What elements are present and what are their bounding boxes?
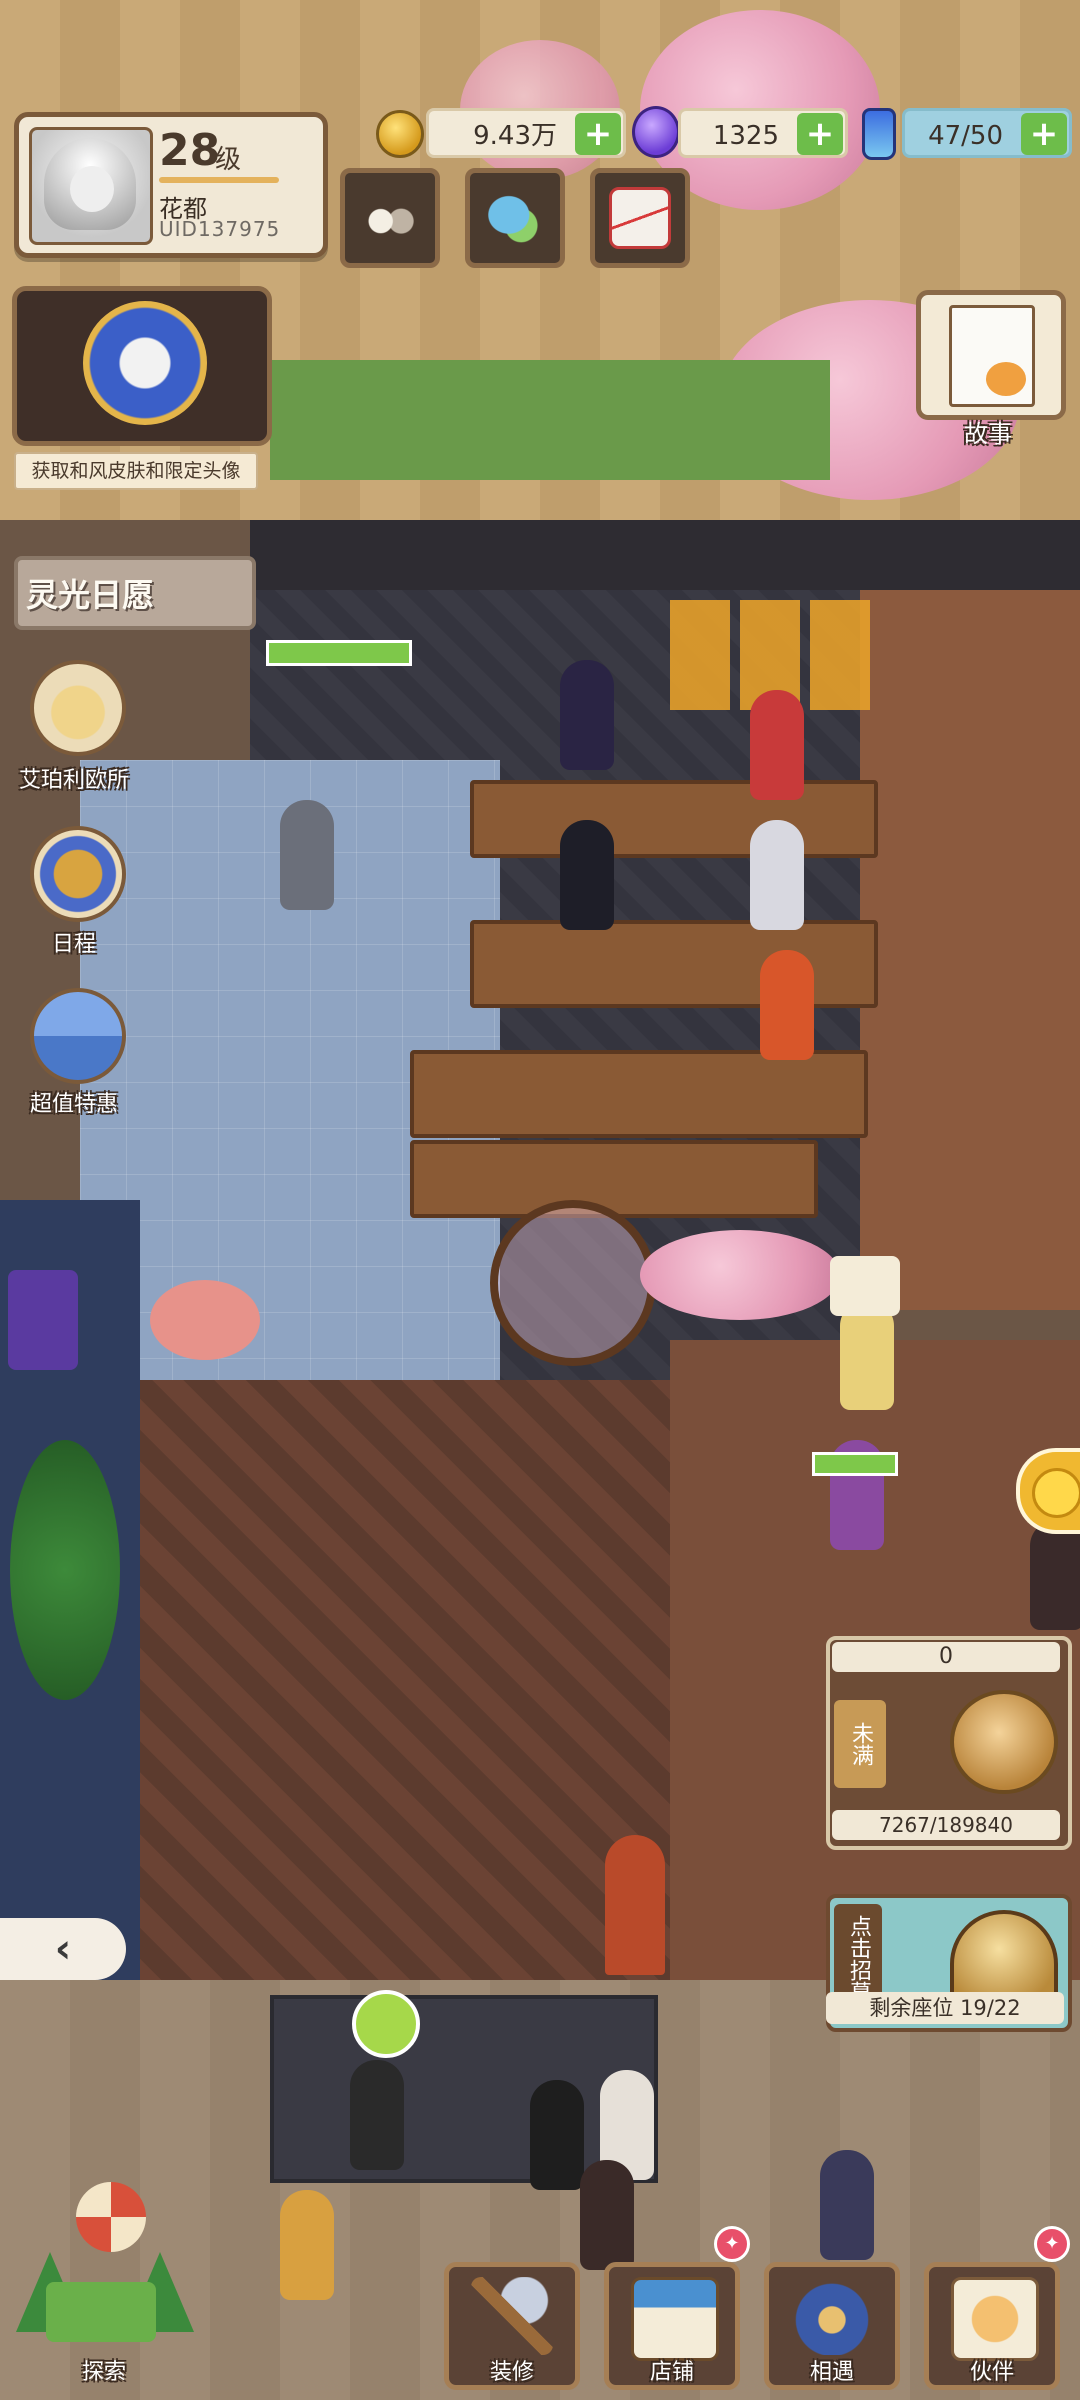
coin-icon — [376, 110, 424, 158]
shop-wall — [250, 520, 1080, 590]
wish-label: 灵光日愿 — [26, 576, 155, 614]
character[interactable] — [280, 800, 334, 910]
story-button[interactable] — [916, 290, 1066, 420]
event-banner[interactable]: 获取和风皮肤和限定头像 — [14, 452, 258, 490]
level-underline — [159, 177, 279, 183]
gem-counter[interactable]: 1325 + — [678, 108, 848, 158]
post-box — [605, 1835, 665, 1975]
character[interactable] — [560, 820, 614, 930]
progress-bar — [266, 640, 412, 666]
explore-button[interactable] — [6, 2172, 202, 2372]
character[interactable] — [750, 820, 804, 930]
cat-partner-icon — [951, 2277, 1039, 2361]
pink-bush — [150, 1280, 260, 1360]
story-label: 故事 — [964, 420, 1012, 448]
collapse-tab-button[interactable]: ‹ — [0, 1918, 126, 1980]
savings-panel[interactable]: 0 未满 7267/189840 — [826, 1636, 1072, 1850]
cats-icon — [359, 187, 421, 249]
add-coins-button[interactable]: + — [575, 113, 621, 155]
chat-button[interactable] — [465, 168, 565, 268]
savings-top-value: 0 — [832, 1642, 1060, 1672]
potted-plant — [10, 1440, 120, 1700]
owl-marker[interactable] — [352, 1990, 420, 2058]
partner-notification-dot: ✦ — [1034, 2226, 1070, 2262]
shop-icon — [631, 2277, 719, 2361]
side-menu-label[interactable]: 日程 — [4, 926, 144, 958]
gift-box-icon[interactable] — [30, 988, 126, 1084]
add-energy-button[interactable]: + — [1021, 113, 1067, 155]
storybook-icon — [949, 305, 1035, 407]
character[interactable] — [820, 2150, 874, 2260]
wood-floor — [860, 590, 1080, 1310]
side-menu-label[interactable]: 艾珀利欧所 — [4, 762, 144, 794]
round-window — [490, 1200, 656, 1366]
status-tag: 未满 — [834, 1700, 886, 1788]
nav-label-shop: 店铺 — [649, 2360, 694, 2385]
smile-icon — [1032, 1468, 1080, 1518]
player-profile-card[interactable]: 28 级 花都 UID137975 — [14, 112, 328, 258]
coin-value: 9.43万 — [473, 121, 557, 151]
character[interactable] — [580, 2160, 634, 2270]
coin-counter[interactable]: 9.43万 + — [426, 108, 626, 158]
savings-progress: 7267/189840 — [832, 1810, 1060, 1840]
season-emblem-card[interactable] — [12, 286, 272, 446]
player-uid: UID137975 — [159, 217, 281, 241]
explore-windmill-icon — [76, 2182, 146, 2252]
mail-button[interactable] — [590, 168, 690, 268]
character[interactable] — [760, 950, 814, 1060]
cherry-branch — [640, 1230, 840, 1320]
energy-value: 47/50 — [928, 121, 1003, 151]
herringbone-floor — [130, 1380, 670, 1980]
cat-face-icon — [986, 362, 1026, 396]
chat-bubbles-icon — [484, 187, 546, 249]
gem-icon — [632, 106, 680, 158]
garden-bed — [270, 360, 830, 480]
character[interactable] — [750, 690, 804, 800]
kitchen-counter — [470, 780, 878, 858]
schedule-emblem-icon[interactable] — [30, 826, 126, 922]
shop-notification-dot: ✦ — [714, 2226, 750, 2262]
avatar[interactable] — [29, 127, 153, 245]
character[interactable] — [530, 2080, 584, 2190]
remaining-seats: 剩余座位 19/22 — [826, 1992, 1064, 2024]
add-gems-button[interactable]: + — [797, 113, 843, 155]
progress-bar — [812, 1452, 898, 1476]
energy-bottle-icon — [862, 108, 896, 160]
gem-value: 1325 — [712, 121, 779, 151]
wish-card[interactable]: 灵光日愿 — [14, 556, 256, 630]
energy-counter[interactable]: 47/50 + — [902, 108, 1072, 158]
hammer-icon — [471, 2277, 553, 2355]
tree-emblem-icon — [83, 301, 207, 425]
character[interactable] — [350, 2060, 404, 2170]
level-suffix: 级 — [215, 145, 242, 175]
crystal-decor — [8, 1270, 78, 1370]
character[interactable] — [560, 660, 614, 770]
character[interactable] — [1030, 1520, 1080, 1630]
kitchen-counter — [410, 1140, 818, 1218]
order-bubble[interactable] — [830, 1256, 900, 1316]
player-level: 28 — [159, 125, 221, 176]
character[interactable] — [280, 2190, 334, 2300]
nav-label-partner: 伙伴 — [969, 2360, 1014, 2385]
character[interactable] — [840, 1300, 894, 1410]
mood-button[interactable] — [1016, 1448, 1080, 1534]
nav-label-encounter: 相遇 — [809, 2360, 854, 2385]
kitchen-counter — [470, 920, 878, 1008]
piggy-bank-icon — [950, 1690, 1058, 1794]
cats-button[interactable] — [340, 168, 440, 268]
side-menu-label[interactable]: 超值特惠 — [4, 1086, 144, 1118]
avatar-face — [70, 166, 114, 212]
kitchen-counter — [410, 1050, 868, 1138]
nav-label-explore: 探索 — [81, 2360, 126, 2385]
nav-label-decorate: 装修 — [489, 2360, 534, 2385]
mail-envelope-icon — [609, 187, 671, 249]
owl-detective-icon[interactable] — [30, 660, 126, 756]
map-patch-icon — [46, 2282, 156, 2342]
telephone-icon — [791, 2277, 873, 2355]
